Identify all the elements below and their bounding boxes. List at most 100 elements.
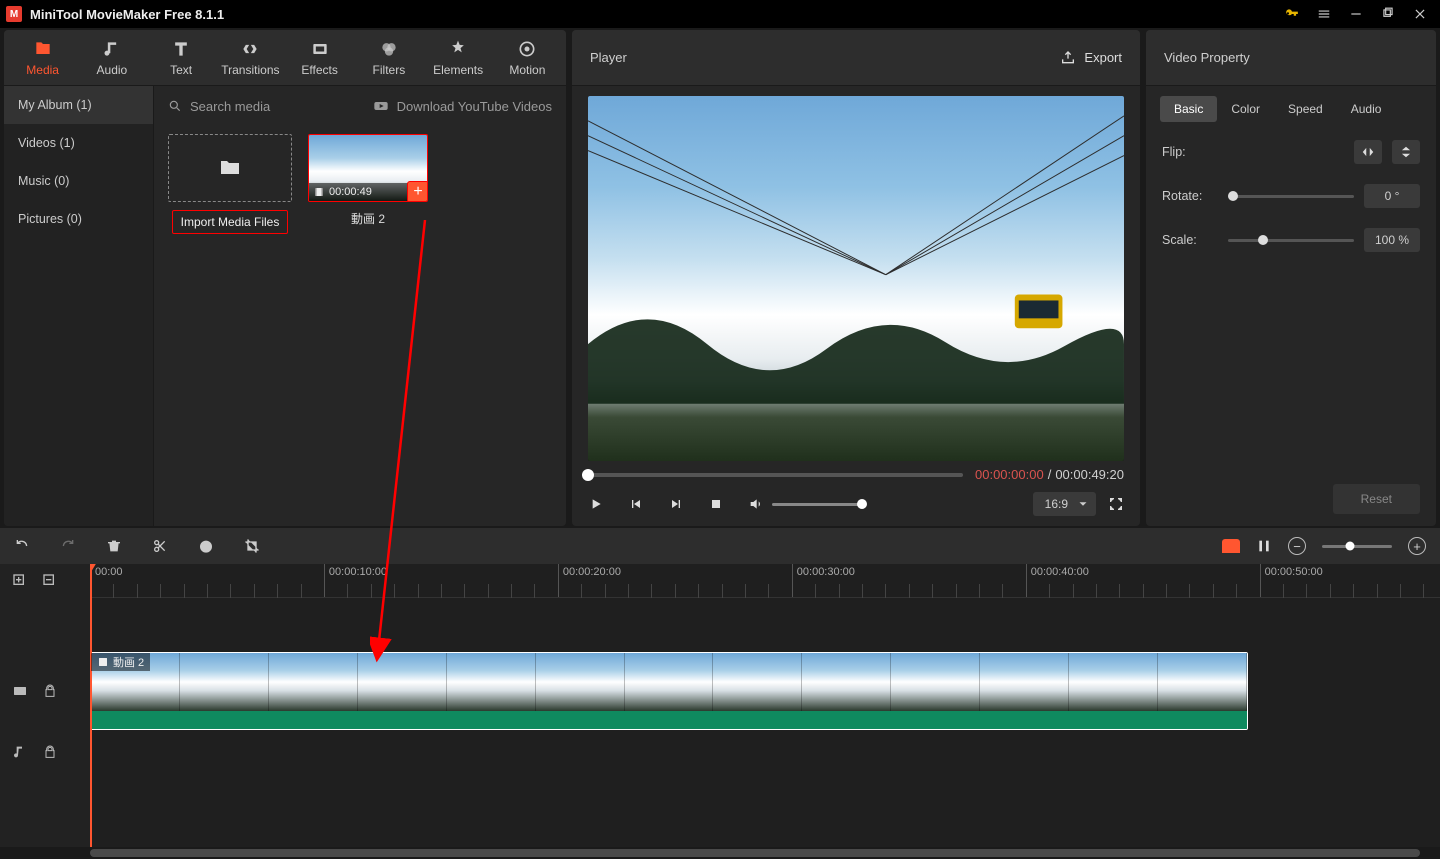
prop-tab-color[interactable]: Color — [1217, 96, 1274, 122]
split-button[interactable] — [152, 538, 168, 554]
property-panel: Video Property Basic Color Speed Audio F… — [1146, 30, 1436, 526]
tab-transitions-label: Transitions — [221, 63, 279, 77]
film-icon — [313, 186, 325, 198]
sidebar-item-videos[interactable]: Videos (1) — [4, 124, 153, 162]
search-icon — [168, 99, 182, 113]
audio-lock-icon[interactable] — [42, 744, 58, 760]
sidebar-item-album[interactable]: My Album (1) — [4, 86, 153, 124]
sidebar-item-music[interactable]: Music (0) — [4, 162, 153, 200]
menu-icon[interactable] — [1310, 2, 1338, 26]
import-media-box[interactable] — [168, 134, 292, 202]
clip-audio-strip — [91, 711, 1247, 729]
timeline-audio-track[interactable] — [90, 732, 1440, 772]
media-clip-thumb[interactable]: 00:00:49 + — [308, 134, 428, 202]
timeline-clip-label: 動画 2 — [113, 654, 144, 670]
sidebar-item-pictures[interactable]: Pictures (0) — [4, 200, 153, 238]
search-placeholder: Search media — [190, 99, 270, 114]
maximize-button[interactable] — [1374, 2, 1402, 26]
timeline-panel: − + 00:0 — [0, 528, 1440, 859]
scale-value[interactable]: 100 % — [1364, 228, 1420, 252]
stop-button[interactable] — [708, 496, 724, 512]
flip-vertical-button[interactable] — [1392, 140, 1420, 164]
film-icon — [97, 656, 109, 668]
zoom-in-button[interactable]: + — [1408, 537, 1426, 555]
rotate-label: Rotate: — [1162, 189, 1218, 203]
main-tabs: Media Audio Text Transitions Effects — [4, 30, 566, 86]
player-panel: Player Export — [572, 30, 1140, 526]
tab-text[interactable]: Text — [147, 30, 216, 85]
rotate-slider[interactable] — [1228, 195, 1354, 198]
tab-elements[interactable]: Elements — [424, 30, 493, 85]
tab-effects-label: Effects — [301, 63, 337, 77]
clip-duration-text: 00:00:49 — [329, 186, 372, 198]
fullscreen-button[interactable] — [1108, 496, 1124, 512]
zoom-slider[interactable] — [1322, 545, 1392, 548]
tab-audio[interactable]: Audio — [77, 30, 146, 85]
time-current: 00:00:00:00 — [975, 467, 1044, 482]
timeline-scrollbar[interactable] — [0, 847, 1440, 859]
export-label: Export — [1084, 50, 1122, 65]
scale-slider[interactable] — [1228, 239, 1354, 242]
timeline-tracks[interactable]: 00:0000:00:10:0000:00:20:0000:00:30:0000… — [90, 564, 1440, 847]
minimize-button[interactable] — [1342, 2, 1370, 26]
seek-bar[interactable] — [588, 473, 963, 477]
tab-filters[interactable]: Filters — [354, 30, 423, 85]
chevron-down-icon — [1076, 497, 1090, 511]
volume-icon[interactable] — [748, 496, 764, 512]
flip-label: Flip: — [1162, 145, 1218, 159]
volume-slider[interactable] — [772, 503, 862, 506]
timeline-playhead[interactable] — [90, 564, 92, 847]
prop-tab-audio[interactable]: Audio — [1337, 96, 1396, 122]
preview-overlay-lines — [588, 96, 1124, 404]
close-button[interactable] — [1406, 2, 1434, 26]
timeline-clip[interactable]: 動画 2 — [90, 652, 1248, 730]
youtube-icon — [373, 98, 389, 114]
download-youtube-label: Download YouTube Videos — [397, 99, 552, 114]
play-button[interactable] — [588, 496, 604, 512]
speed-button[interactable] — [198, 538, 214, 554]
next-frame-button[interactable] — [668, 496, 684, 512]
flip-horizontal-button[interactable] — [1354, 140, 1382, 164]
export-icon — [1060, 50, 1076, 66]
tab-audio-label: Audio — [97, 63, 128, 77]
zoom-out-button[interactable]: − — [1288, 537, 1306, 555]
timeline-video-track[interactable]: 動画 2 — [90, 650, 1440, 732]
rotate-value[interactable]: 0 ° — [1364, 184, 1420, 208]
reset-button[interactable]: Reset — [1333, 484, 1420, 514]
export-button[interactable]: Export — [1060, 50, 1122, 66]
add-track-icon[interactable] — [12, 573, 28, 589]
app-icon: M — [6, 6, 22, 22]
tab-text-label: Text — [170, 63, 192, 77]
download-youtube-link[interactable]: Download YouTube Videos — [373, 98, 552, 114]
timeline-spacer-track[interactable] — [90, 598, 1440, 650]
app-title: MiniTool MovieMaker Free 8.1.1 — [30, 7, 224, 22]
timeline-ruler[interactable]: 00:0000:00:10:0000:00:20:0000:00:30:0000… — [90, 564, 1440, 598]
crop-button[interactable] — [244, 538, 260, 554]
import-media-label[interactable]: Import Media Files — [172, 210, 289, 234]
tab-media[interactable]: Media — [8, 30, 77, 85]
media-sidebar: My Album (1) Videos (1) Music (0) Pictur… — [4, 86, 154, 526]
media-panel: Media Audio Text Transitions Effects — [4, 30, 566, 526]
search-media[interactable]: Search media — [168, 99, 270, 114]
prop-tab-basic[interactable]: Basic — [1160, 96, 1217, 122]
scale-label: Scale: — [1162, 233, 1218, 247]
undo-button[interactable] — [14, 538, 30, 554]
add-clip-button[interactable]: + — [407, 181, 428, 202]
tab-motion-label: Motion — [509, 63, 545, 77]
tab-motion[interactable]: Motion — [493, 30, 562, 85]
video-lock-icon[interactable] — [42, 683, 58, 699]
track-toggle[interactable] — [1256, 538, 1272, 554]
upgrade-key-icon[interactable] — [1278, 2, 1306, 26]
remove-track-icon[interactable] — [42, 573, 58, 589]
prev-frame-button[interactable] — [628, 496, 644, 512]
tab-effects[interactable]: Effects — [285, 30, 354, 85]
audio-track-icon — [12, 744, 28, 760]
redo-button[interactable] — [60, 538, 76, 554]
delete-button[interactable] — [106, 538, 122, 554]
prop-tab-speed[interactable]: Speed — [1274, 96, 1337, 122]
preview-area[interactable] — [588, 96, 1124, 461]
aspect-ratio-select[interactable]: 16:9 — [1033, 492, 1096, 516]
tab-transitions[interactable]: Transitions — [216, 30, 285, 85]
time-separator: / — [1048, 467, 1052, 482]
snap-toggle[interactable] — [1222, 539, 1240, 553]
